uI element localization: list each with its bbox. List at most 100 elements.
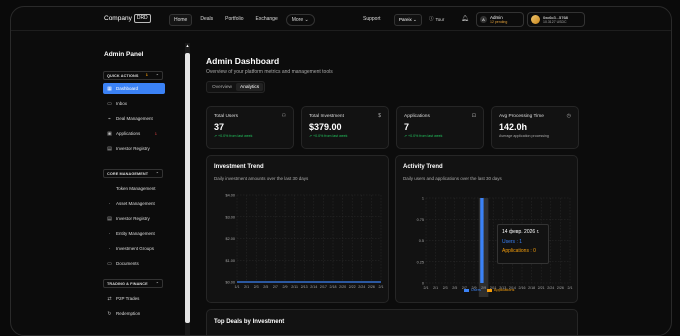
page-subtitle: Overview of your platform metrics and ma… [206, 69, 333, 75]
sidebar-item-label: Investor Registry [116, 146, 150, 151]
stat-value: $379.00 [309, 122, 342, 132]
chart-legend: Users Applications [464, 288, 514, 292]
x-tick-label: 2/1 [568, 286, 573, 290]
users-icon: ⚇ [281, 113, 286, 119]
tour-button[interactable]: ⓘ Tour [429, 16, 444, 22]
chevron-down-icon: ⌄ [413, 17, 417, 22]
x-tick-label: 2/13 [301, 285, 308, 289]
x-tick-label: 2/1 [424, 286, 429, 290]
wallet-button[interactable]: 0xc6c3...5768 10.3127 USDC [527, 12, 585, 27]
legend-label: Applications [493, 288, 515, 292]
nav-deals[interactable]: Deals [196, 14, 217, 26]
bell-icon[interactable]: 🔔︎ [461, 15, 469, 22]
sidebar-item-applications[interactable]: ▣ Applications 1 [103, 128, 165, 139]
sidebar-item-p2p-trades[interactable]: ⇄ P2P Trades [103, 293, 165, 304]
deal-icon: ⌁ [107, 115, 111, 122]
y-tick-label: 1 [422, 197, 424, 201]
stat-value: 37 [214, 122, 225, 132]
sidebar-item-investment-groups[interactable]: · Investment Groups [103, 243, 165, 254]
x-tick-label: 2/26 [368, 285, 375, 289]
sidebar-item-dashboard[interactable]: ▦ Dashboard [103, 83, 165, 94]
section-trading-finance[interactable]: TRADING & FINANCE ⌃ [103, 279, 163, 288]
x-tick-label: 2/11 [291, 285, 298, 289]
network-select[interactable]: Pareix ⌄ [394, 14, 422, 26]
y-tick-label: 0.75 [417, 218, 424, 222]
main-nav: Home Deals Portfolio Exchange More ⌄ [169, 14, 315, 26]
dollar-icon: $ [378, 113, 381, 119]
scrollbar-thumb[interactable] [185, 53, 190, 323]
sidebar-item-investor-registry-core[interactable]: ▤ Investor Registry [103, 213, 165, 224]
x-tick-label: 2/5 [263, 285, 268, 289]
x-tick-label: 2/18 [528, 286, 535, 290]
chevron-up-icon: ⌃ [155, 172, 159, 176]
admin-pending-count: 12 pending [490, 20, 508, 24]
chevron-down-icon: ⌄ [304, 17, 309, 23]
sidebar-item-entity-management[interactable]: · Entity Management [103, 228, 165, 239]
nav-more-label: More [291, 17, 304, 23]
legend-swatch [464, 288, 469, 292]
logo[interactable]: Company DRD [104, 14, 151, 23]
stat-label: Total Investment [309, 114, 344, 119]
applications-badge: 1 [154, 131, 157, 136]
admin-account-button[interactable]: A Admin 12 pending [476, 12, 524, 27]
logo-badge: DRD [133, 14, 151, 23]
inbox-icon: ▭ [107, 100, 112, 107]
legend-item-users[interactable]: Users [464, 288, 481, 292]
registry-icon: ▤ [107, 145, 112, 152]
sidebar-item-asset-management[interactable]: · Asset Management [103, 198, 165, 209]
legend-label: Users [471, 288, 481, 292]
admin-avatar: A [480, 16, 487, 23]
tooltip-users: Users : 1 [502, 239, 523, 245]
chart-title: Investment Trend [214, 164, 264, 170]
nav-more-dropdown[interactable]: More ⌄ [285, 14, 315, 26]
clock-icon: ◷ [566, 113, 571, 119]
registry-icon: ▤ [107, 215, 112, 222]
section-core-management[interactable]: CORE MANAGEMENT ⌃ [103, 169, 163, 178]
logo-text: Company [104, 15, 132, 22]
app-window: Company DRD Home Deals Portfolio Exchang… [10, 6, 672, 336]
sidebar-scrollbar[interactable]: ▲ [185, 43, 190, 335]
chart-subtitle: Daily users and applications over the la… [403, 176, 502, 181]
y-tick-label: 0 [422, 282, 424, 286]
nav-exchange[interactable]: Exchange [251, 14, 281, 26]
sidebar-item-token-management[interactable]: Token Management [103, 183, 165, 194]
support-link[interactable]: Support [363, 16, 381, 22]
sidebar-item-deal-management[interactable]: ⌁ Deal Management [103, 113, 165, 124]
sidebar-item-label: P2P Trades [116, 296, 140, 301]
bar-users [480, 198, 484, 283]
scroll-up-icon[interactable]: ▲ [185, 43, 190, 49]
applications-icon: ▣ [107, 130, 112, 137]
briefcase-icon: ⊡ [471, 113, 476, 119]
stat-label: Avg Processing Time [499, 114, 544, 119]
legend-item-applications[interactable]: Applications [486, 288, 515, 292]
wallet-balance: 10.3127 USDC [543, 20, 567, 24]
sidebar-item-redemption[interactable]: ↻ Redemption [103, 308, 165, 319]
nav-portfolio[interactable]: Portfolio [221, 14, 247, 26]
x-tick-label: 2/20 [339, 285, 346, 289]
sidebar-item-investor-registry[interactable]: ▤ Investor Registry [103, 143, 165, 154]
entity-icon: · [108, 230, 111, 237]
sidebar-item-label: Inbox [116, 101, 128, 106]
sidebar-item-label: Dashboard [116, 86, 139, 91]
y-tick-label: $4.00 [225, 194, 235, 198]
nav-home[interactable]: Home [169, 14, 193, 26]
section-label: CORE MANAGEMENT [107, 172, 149, 176]
sidebar-item-documents[interactable]: ▭ Documents [103, 258, 165, 269]
help-circle-icon: ⓘ [429, 16, 434, 21]
sidebar-item-inbox[interactable]: ▭ Inbox [103, 98, 165, 109]
section-quick-actions[interactable]: QUICK ACTIONS 1 ⌃ [103, 71, 163, 80]
y-tick-label: $1.00 [225, 259, 235, 263]
wallet-avatar [531, 15, 540, 24]
tab-overview[interactable]: Overview [208, 83, 236, 91]
top-deals-card: Top Deals by Investment [206, 309, 578, 335]
stat-delta: ↗ +0.0% from last week [404, 134, 443, 138]
stat-delta: ↗ +0.0% from last week [309, 134, 348, 138]
sidebar-item-label: Investor Registry [116, 216, 150, 221]
groups-icon: · [108, 245, 111, 252]
x-tick-label: 2/1 [244, 285, 249, 289]
tab-analytics[interactable]: Analytics [236, 83, 264, 91]
documents-icon: ▭ [107, 260, 112, 267]
sidebar-title: Admin Panel [104, 51, 144, 58]
investment-trend-card: Investment Trend Daily investment amount… [206, 155, 389, 303]
y-tick-label: 0.5 [419, 239, 424, 243]
